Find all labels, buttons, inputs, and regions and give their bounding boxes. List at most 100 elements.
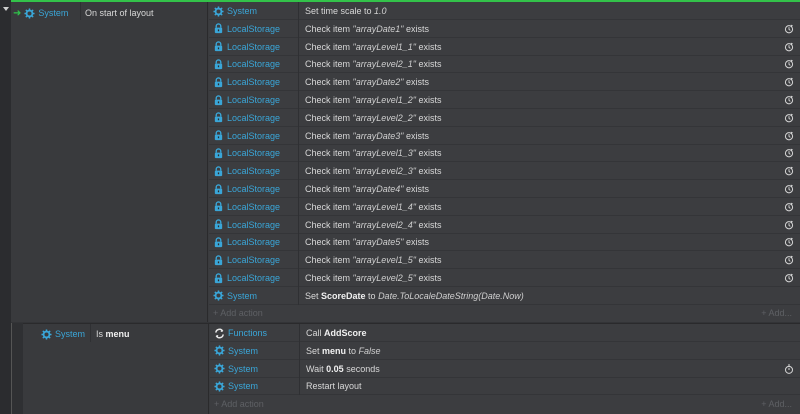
action-object-label: LocalStorage — [227, 95, 281, 105]
action-row[interactable]: LocalStorage Check item "arrayLevel1_1" … — [209, 37, 800, 56]
condition-row[interactable]: System — [41, 325, 85, 343]
action-param: "arrayLevel1_4" — [352, 201, 416, 212]
event-block-start-of-layout[interactable]: ➜ System On start of layout System Set t… — [11, 0, 800, 322]
lock-icon — [214, 59, 223, 69]
action-text-part: seconds — [343, 363, 380, 374]
action-text[interactable]: Check item "arrayLevel1_1" exists — [305, 38, 441, 56]
action-text[interactable]: Set menu to False — [306, 342, 381, 360]
action-row[interactable]: LocalStorage Check item "arrayDate3" exi… — [209, 126, 800, 145]
condition-object[interactable]: System — [24, 4, 68, 22]
condition-object[interactable]: System — [41, 325, 85, 343]
action-object[interactable]: LocalStorage — [209, 126, 299, 145]
lock-icon — [214, 237, 223, 247]
action-row[interactable]: System Set time scale to 1.0 — [209, 2, 800, 20]
action-text-part: exists — [415, 219, 442, 230]
action-text[interactable]: Check item "arrayLevel2_3" exists — [305, 162, 441, 180]
action-text[interactable]: Check item "arrayDate1" exists — [305, 20, 429, 38]
action-row[interactable]: System Restart layout — [210, 377, 800, 396]
action-row[interactable]: System Wait 0.05 seconds — [210, 359, 800, 378]
action-text[interactable]: Check item "arrayLevel1_3" exists — [305, 144, 441, 162]
action-object[interactable]: LocalStorage — [209, 91, 299, 109]
action-text[interactable]: Check item "arrayLevel1_2" exists — [305, 91, 441, 109]
action-object[interactable]: Functions — [210, 324, 300, 342]
action-param: "arrayLevel2_2" — [352, 112, 416, 123]
action-object[interactable]: LocalStorage — [209, 251, 299, 270]
action-variable: 0.05 — [326, 363, 344, 374]
action-text[interactable]: Restart layout — [306, 377, 362, 395]
action-object[interactable]: LocalStorage — [209, 197, 299, 216]
action-param: "arrayLevel2_4" — [352, 219, 416, 230]
add-more-link[interactable]: + Add... — [761, 395, 792, 412]
action-row[interactable]: System Set ScoreDate to Date.ToLocaleDat… — [209, 286, 800, 305]
action-text[interactable]: Wait 0.05 seconds — [306, 360, 380, 378]
action-text[interactable]: Check item "arrayLevel1_4" exists — [305, 198, 441, 216]
action-param: Date.ToLocaleDateString(Date.Now) — [378, 290, 524, 301]
action-text[interactable]: Call AddScore — [306, 324, 367, 342]
action-text-part: Check item — [305, 237, 353, 248]
action-text[interactable]: Check item "arrayDate4" exists — [305, 180, 429, 198]
action-object[interactable]: LocalStorage — [209, 269, 299, 287]
add-action-link[interactable]: + Add action — [214, 395, 264, 412]
gear-icon — [214, 381, 225, 392]
action-row[interactable]: Functions Call AddScore — [210, 324, 800, 342]
action-object[interactable]: LocalStorage — [209, 19, 299, 38]
action-object[interactable]: LocalStorage — [209, 162, 299, 181]
action-row[interactable]: LocalStorage Check item "arrayLevel1_5" … — [209, 251, 800, 270]
action-row[interactable]: LocalStorage Check item "arrayLevel2_5" … — [209, 269, 800, 287]
action-object[interactable]: System — [209, 286, 299, 305]
action-text-part: exists — [403, 23, 429, 34]
collapse-arrow-icon[interactable] — [3, 7, 9, 11]
action-param: "arrayDate5" — [352, 237, 404, 248]
action-row[interactable]: LocalStorage Check item "arrayDate4" exi… — [209, 180, 800, 198]
action-row[interactable]: LocalStorage Check item "arrayLevel1_3" … — [209, 144, 800, 163]
action-row[interactable]: LocalStorage Check item "arrayDate2" exi… — [209, 73, 800, 92]
action-row[interactable]: LocalStorage Check item "arrayLevel2_2" … — [209, 108, 800, 127]
action-text-part: exists — [403, 237, 429, 248]
add-action-link[interactable]: + Add action — [213, 305, 263, 322]
condition-text[interactable]: On start of layout — [85, 4, 154, 22]
lock-icon — [214, 94, 223, 105]
action-row[interactable]: LocalStorage Check item "arrayLevel2_1" … — [209, 55, 800, 74]
action-object[interactable]: LocalStorage — [209, 55, 299, 74]
action-row[interactable]: LocalStorage Check item "arrayDate5" exi… — [209, 233, 800, 252]
lock-icon — [214, 201, 223, 212]
action-object-label: LocalStorage — [227, 201, 281, 212]
action-text[interactable]: Check item "arrayDate3" exists — [305, 127, 429, 145]
action-row[interactable]: System Set menu to False — [210, 341, 800, 360]
action-object[interactable]: LocalStorage — [209, 180, 299, 198]
action-text[interactable]: Check item "arrayLevel2_5" exists — [305, 269, 441, 287]
action-row[interactable]: LocalStorage Check item "arrayLevel2_3" … — [209, 162, 800, 181]
action-text[interactable]: Check item "arrayLevel2_2" exists — [305, 109, 441, 127]
lock-icon — [214, 41, 223, 52]
condition-row[interactable]: ➜ System — [13, 4, 68, 22]
action-row[interactable]: LocalStorage Check item "arrayLevel2_4" … — [209, 215, 800, 234]
add-more-link[interactable]: + Add... — [761, 305, 792, 322]
action-text[interactable]: Check item "arrayLevel1_5" exists — [305, 251, 441, 269]
event-block-is-menu[interactable]: System Is menu Functions Call AddScore S… — [23, 323, 800, 414]
action-object[interactable]: LocalStorage — [209, 73, 299, 92]
condition-cell: ➜ System On start of layout — [11, 2, 208, 322]
action-text[interactable]: Set time scale to 1.0 — [305, 2, 387, 20]
action-object[interactable]: LocalStorage — [209, 215, 299, 234]
lock-icon — [214, 219, 223, 230]
action-text[interactable]: Set ScoreDate to Date.ToLocaleDateString… — [305, 287, 524, 305]
action-object[interactable]: LocalStorage — [209, 108, 299, 127]
action-row[interactable]: LocalStorage Check item "arrayDate1" exi… — [209, 19, 800, 38]
action-row[interactable]: LocalStorage Check item "arrayLevel1_2" … — [209, 91, 800, 109]
action-object[interactable]: System — [209, 2, 299, 20]
action-object[interactable]: LocalStorage — [209, 233, 299, 252]
action-row[interactable]: LocalStorage Check item "arrayLevel1_4" … — [209, 197, 800, 216]
action-text[interactable]: Check item "arrayDate2" exists — [305, 73, 429, 91]
action-text[interactable]: Check item "arrayLevel2_4" exists — [305, 216, 441, 234]
action-text[interactable]: Check item "arrayDate5" exists — [305, 233, 429, 251]
action-text[interactable]: Check item "arrayLevel2_1" exists — [305, 55, 441, 73]
action-object[interactable]: System — [210, 377, 300, 396]
async-icon — [784, 255, 794, 265]
action-object[interactable]: LocalStorage — [209, 37, 299, 56]
gear-icon — [24, 7, 35, 19]
action-object-label: LocalStorage — [227, 59, 281, 70]
action-object[interactable]: LocalStorage — [209, 144, 299, 163]
action-object[interactable]: System — [210, 341, 300, 360]
condition-text[interactable]: Is menu — [96, 325, 130, 343]
action-object[interactable]: System — [210, 359, 300, 378]
